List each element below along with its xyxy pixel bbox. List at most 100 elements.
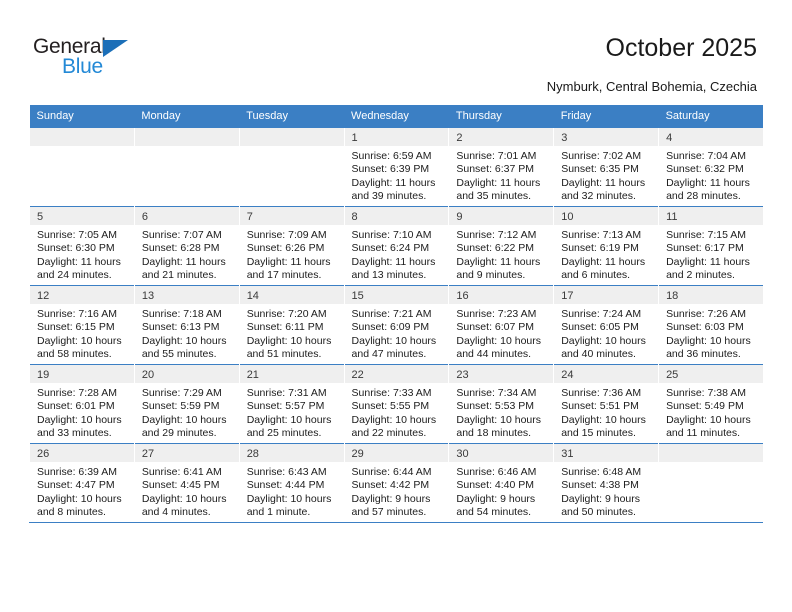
sunrise-text: Sunrise: 7:20 AM [246, 308, 327, 320]
day-details: Sunrise: 7:33 AM Sunset: 5:55 PM Daylight:… [345, 383, 449, 441]
day-number-band: 14 [239, 286, 344, 304]
sunrise-text: Sunrise: 7:05 AM [37, 229, 117, 241]
day-details: Sunrise: 7:05 AM Sunset: 6:30 PM Daylight:… [30, 225, 134, 283]
daylight-text: Daylight: 10 hours and 18 minutes. [456, 413, 542, 440]
weekday-header-friday: Friday [553, 105, 659, 128]
calendar-day-cell: 1 Sunrise: 6:59 AM Sunset: 6:39 PM Daylight… [343, 127, 449, 207]
day-number: 4 [666, 132, 673, 144]
sunset-text: Sunset: 6:03 PM [666, 321, 744, 334]
daylight-text: Daylight: 11 hours and 39 minutes. [351, 176, 436, 203]
calendar-day-cell: 3 Sunrise: 7:02 AM Sunset: 6:35 PM Daylight… [553, 127, 659, 207]
sunrise-text: Sunrise: 7:28 AM [37, 387, 117, 399]
day-number: 11 [666, 211, 678, 223]
daylight-text: Daylight: 9 hours and 50 minutes. [561, 492, 641, 519]
day-number: 17 [561, 290, 574, 302]
calendar-day-cell: 21 Sunrise: 7:31 AM Sunset: 5:57 PM Dayligh… [238, 364, 345, 444]
calendar-week-row: 5 Sunrise: 7:05 AM Sunset: 6:30 PM Daylight… [29, 206, 764, 286]
daylight-text: Daylight: 10 hours and 33 minutes. [37, 413, 122, 440]
daylight-text: Daylight: 10 hours and 15 minutes. [561, 413, 646, 440]
day-number-band: 5 [30, 207, 134, 225]
daylight-text: Daylight: 11 hours and 24 minutes. [37, 255, 121, 282]
day-number: 21 [246, 369, 259, 381]
daylight-text: Daylight: 10 hours and 55 minutes. [141, 334, 227, 361]
daylight-text: Daylight: 10 hours and 11 minutes. [666, 413, 751, 440]
calendar-week-row: 12 Sunrise: 7:16 AM Sunset: 6:15 PM Dayligh… [29, 285, 764, 365]
day-number-band: 3 [554, 128, 659, 146]
sunrise-text: Sunrise: 7:16 AM [37, 308, 117, 320]
day-number: 24 [561, 369, 574, 381]
sunset-text: Sunset: 6:30 PM [37, 242, 115, 255]
day-number: 20 [141, 369, 155, 381]
sunrise-text: Sunrise: 7:21 AM [351, 308, 432, 320]
calendar-day-cell: 9 Sunrise: 7:12 AM Sunset: 6:22 PM Daylight… [448, 206, 554, 286]
calendar-day-cell: 24 Sunrise: 7:36 AM Sunset: 5:51 PM Dayligh… [553, 364, 659, 444]
day-number: 14 [246, 290, 259, 302]
day-details: Sunrise: 7:20 AM Sunset: 6:11 PM Daylight:… [240, 304, 344, 362]
sunrise-text: Sunrise: 7:36 AM [561, 387, 642, 399]
day-number: 27 [141, 448, 155, 460]
daylight-text: Daylight: 10 hours and 44 minutes. [456, 334, 542, 361]
day-details: Sunrise: 6:48 AM Sunset: 4:38 PM Daylight:… [554, 462, 658, 520]
day-number: 16 [456, 290, 469, 302]
day-number-band: 31 [554, 444, 659, 462]
calendar-day-cell: 10 Sunrise: 7:13 AM Sunset: 6:19 PM Dayligh… [553, 206, 659, 286]
day-details: Sunrise: 7:21 AM Sunset: 6:09 PM Daylight:… [345, 304, 449, 362]
day-number-band: 24 [554, 365, 659, 383]
sunrise-text: Sunrise: 6:48 AM [561, 466, 642, 478]
day-number-band: 7 [239, 207, 344, 225]
day-number-band: 23 [449, 365, 554, 383]
day-number-band: 30 [449, 444, 554, 462]
day-details: Sunrise: 7:12 AM Sunset: 6:22 PM Daylight:… [449, 225, 553, 283]
sunset-text: Sunset: 4:38 PM [561, 479, 639, 492]
calendar-day-cell: 17 Sunrise: 7:24 AM Sunset: 6:05 PM Dayligh… [553, 285, 659, 365]
sunset-text: Sunset: 6:15 PM [37, 321, 115, 334]
day-number-band: 29 [344, 444, 449, 462]
daylight-text: Daylight: 11 hours and 35 minutes. [456, 176, 541, 203]
day-number-band [30, 128, 134, 146]
sunset-text: Sunset: 4:40 PM [456, 479, 535, 492]
sunrise-text: Sunrise: 7:34 AM [456, 387, 537, 399]
general-blue-logo: General Blue [33, 36, 153, 80]
sunrise-text: Sunrise: 7:07 AM [141, 229, 222, 241]
day-number: 6 [141, 211, 148, 223]
logo-triangle-icon [103, 40, 128, 57]
page-header: General Blue October 2025 Nymburk, Centr… [0, 0, 792, 100]
day-details: Sunrise: 7:09 AM Sunset: 6:26 PM Daylight:… [240, 225, 344, 283]
daylight-text: Daylight: 11 hours and 2 minutes. [666, 255, 750, 282]
daylight-text: Daylight: 11 hours and 32 minutes. [561, 176, 646, 203]
day-number-band: 4 [659, 128, 764, 146]
calendar-day-cell: 26 Sunrise: 6:39 AM Sunset: 4:47 PM Dayligh… [29, 443, 135, 523]
day-details: Sunrise: 6:43 AM Sunset: 4:44 PM Daylight:… [240, 462, 344, 520]
sunrise-text: Sunrise: 7:24 AM [561, 308, 642, 320]
day-number: 28 [246, 448, 259, 460]
weekday-header-monday: Monday [134, 105, 240, 128]
daylight-text: Daylight: 10 hours and 47 minutes. [351, 334, 437, 361]
calendar-day-cell: 14 Sunrise: 7:20 AM Sunset: 6:11 PM Dayligh… [238, 285, 345, 365]
calendar-day-cell: 28 Sunrise: 6:43 AM Sunset: 4:44 PM Dayligh… [238, 443, 345, 523]
sunset-text: Sunset: 4:45 PM [141, 479, 220, 492]
day-number-band: 22 [344, 365, 449, 383]
daylight-text: Daylight: 9 hours and 54 minutes. [456, 492, 536, 519]
sunrise-text: Sunrise: 7:09 AM [246, 229, 327, 241]
sunset-text: Sunset: 5:57 PM [246, 400, 325, 413]
calendar-page: General Blue October 2025 Nymburk, Centr… [0, 0, 792, 612]
day-details: Sunrise: 7:28 AM Sunset: 6:01 PM Daylight:… [30, 383, 134, 441]
weekday-header-wednesday: Wednesday [344, 105, 449, 128]
calendar-day-cell: 18 Sunrise: 7:26 AM Sunset: 6:03 PM Dayligh… [658, 285, 764, 365]
sunrise-text: Sunrise: 6:43 AM [246, 466, 327, 478]
sunrise-text: Sunrise: 7:15 AM [666, 229, 747, 241]
day-number: 3 [561, 132, 568, 144]
sunset-text: Sunset: 6:32 PM [666, 163, 744, 176]
daylight-text: Daylight: 10 hours and 4 minutes. [141, 492, 227, 519]
day-details: Sunrise: 7:15 AM Sunset: 6:17 PM Daylight:… [659, 225, 763, 283]
day-number: 19 [37, 369, 50, 381]
sunset-text: Sunset: 6:28 PM [141, 242, 220, 255]
day-number: 25 [666, 369, 679, 381]
sunset-text: Sunset: 5:59 PM [141, 400, 220, 413]
day-number-band: 11 [659, 207, 764, 225]
day-details: Sunrise: 7:07 AM Sunset: 6:28 PM Daylight:… [135, 225, 239, 283]
calendar-day-cell: 13 Sunrise: 7:18 AM Sunset: 6:13 PM Dayligh… [133, 285, 240, 365]
day-details: Sunrise: 7:34 AM Sunset: 5:53 PM Daylight:… [449, 383, 553, 441]
calendar-day-cell-empty [133, 127, 240, 207]
day-number: 22 [351, 369, 364, 381]
